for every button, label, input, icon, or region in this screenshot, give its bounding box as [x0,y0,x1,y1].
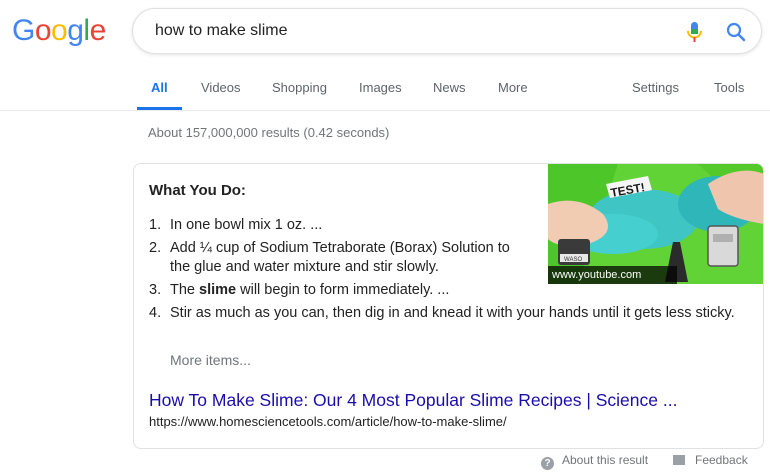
feedback-link[interactable]: Feedback [673,453,748,467]
step-text-pre: The [170,282,200,298]
search-tabs: All Videos Shopping Images News More Set… [0,70,770,111]
result-title-link[interactable]: How To Make Slime: Our 4 Most Popular Sl… [149,390,677,411]
magnifier-icon[interactable] [725,21,747,43]
step-number: 3. [149,282,162,298]
logo-letter: o [34,14,52,47]
google-logo[interactable]: Google [12,14,106,48]
tab-tools[interactable]: Tools [714,80,744,95]
active-tab-indicator [137,107,182,110]
tab-settings[interactable]: Settings [632,80,679,95]
list-item: 4. Stir as much as you can, then dig in … [149,304,745,323]
microphone-icon[interactable] [685,21,705,43]
jar-label-text: WASO [564,257,582,263]
list-item: 3. The slime will begin to form immediat… [149,281,530,300]
step-number: 1. [149,217,162,233]
video-thumbnail[interactable]: TEST! WASO www.youtube.com [548,164,763,284]
about-label: About this result [562,453,649,467]
list-item: 2. Add ¼ cup of Sodium Tetraborate (Bora… [149,239,530,277]
tab-all[interactable]: All [151,80,168,95]
tab-shopping[interactable]: Shopping [272,80,327,95]
featured-snippet-card: What You Do: 1. In one bowl mix 1 oz. ..… [133,163,764,449]
feedback-icon [673,455,685,465]
question-icon: ? [541,457,554,470]
feedback-label: Feedback [695,453,748,467]
step-number: 2. [149,240,162,256]
step-text: In one bowl mix 1 oz. ... [170,217,323,233]
logo-letter: g [67,14,84,47]
tab-more[interactable]: More [498,80,528,95]
snippet-heading: What You Do: [149,182,246,199]
more-items-link[interactable]: More items... [170,352,251,368]
tab-news[interactable]: News [433,80,466,95]
search-input[interactable] [153,21,657,41]
step-text: Stir as much as you can, then dig in and… [170,305,735,321]
step-text-post: will begin to form immediately. ... [236,282,450,298]
step-number: 4. [149,305,162,321]
step-text: Add ¼ cup of Sodium Tetraborate (Borax) … [170,240,510,275]
tab-videos[interactable]: Videos [201,80,241,95]
logo-letter: G [12,14,35,47]
tab-images[interactable]: Images [359,80,402,95]
logo-letter: e [89,14,107,47]
result-url[interactable]: https://www.homesciencetools.com/article… [149,414,507,429]
logo-letter: o [51,14,68,47]
about-this-result[interactable]: ? About this result [541,453,648,470]
search-box[interactable] [132,8,762,54]
result-stats: About 157,000,000 results (0.42 seconds) [148,125,390,140]
list-item: 1. In one bowl mix 1 oz. ... [149,216,510,235]
thumbnail-caption: www.youtube.com [548,266,677,284]
step-text-bold: slime [199,282,237,298]
